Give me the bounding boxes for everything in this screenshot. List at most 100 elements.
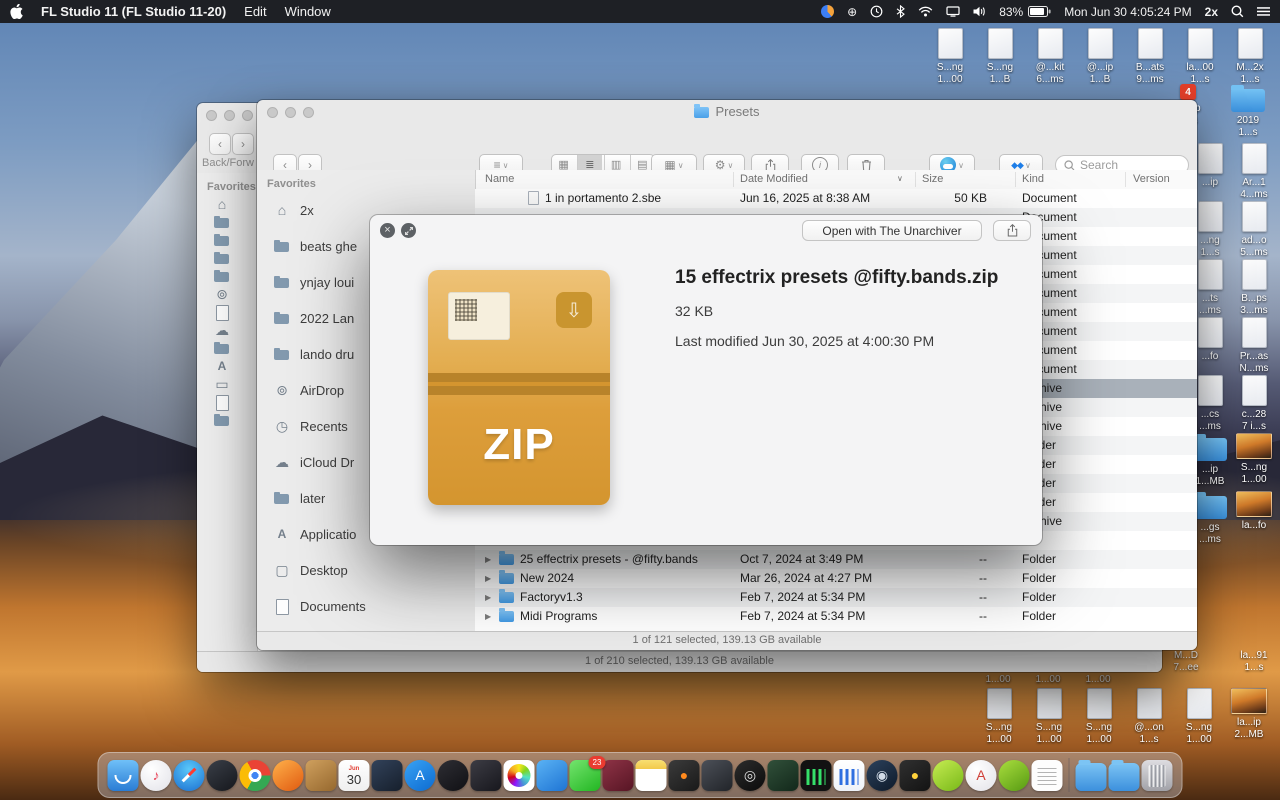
desktop-icon[interactable]: M...D 7...ee	[1160, 650, 1212, 674]
display-mode[interactable]: 2x	[1205, 5, 1218, 19]
forward-button[interactable]: ›	[232, 133, 254, 155]
white-a-app-dock-icon[interactable]: A	[965, 759, 997, 791]
close-icon[interactable]: ×	[380, 223, 395, 238]
column-separator[interactable]	[1015, 172, 1016, 187]
column-header-version[interactable]: Version	[1133, 170, 1170, 188]
sidebar-item-documents[interactable]: Documents	[257, 588, 475, 624]
chart-app-dock-icon[interactable]	[833, 759, 865, 791]
volume-icon[interactable]	[973, 6, 986, 17]
textedit-dock-icon[interactable]	[1031, 759, 1063, 791]
file-row[interactable]: 1 in portamento 2.sbe Jun 16, 2025 at 8:3…	[475, 189, 1197, 208]
desktop-icon[interactable]: ad...o 5...ms	[1228, 201, 1280, 259]
lime-app-2-dock-icon[interactable]	[998, 759, 1030, 791]
desktop-icon[interactable]: S...ng 1...00	[1075, 688, 1123, 746]
open-with-button[interactable]: Open with The Unarchiver	[802, 220, 982, 241]
fl-studio-dock-icon[interactable]: ●	[668, 759, 700, 791]
close-button[interactable]	[206, 110, 217, 121]
desktop-icon[interactable]: la...00 1...s	[1177, 28, 1223, 86]
trash-dock-icon[interactable]	[1141, 759, 1173, 791]
app-badge-icon[interactable]	[821, 5, 835, 18]
equalizer-app-dock-icon[interactable]	[800, 759, 832, 791]
spotlight-icon[interactable]	[1231, 5, 1244, 18]
lime-app-dock-icon[interactable]	[932, 759, 964, 791]
close-button[interactable]	[267, 107, 278, 118]
file-row[interactable]: ▶ Midi Programs Feb 7, 2024 at 5:34 PM -- Fo…	[475, 607, 1197, 626]
quicklook-window[interactable]: × Open with The Unarchiver ⇩ ZIP 15 effe…	[370, 215, 1042, 545]
desktop-icon[interactable]: la...91 1...s	[1228, 650, 1280, 674]
bluetooth-icon[interactable]	[896, 5, 906, 18]
app-store-dock-icon[interactable]: A	[404, 759, 436, 791]
app-maroon-dock-icon[interactable]	[602, 759, 634, 791]
desktop-icon[interactable]: la...fo	[1228, 491, 1280, 532]
steam-dock-icon[interactable]: ◉	[866, 759, 898, 791]
column-separator[interactable]	[1125, 172, 1126, 187]
music-dock-icon[interactable]: ♪	[140, 759, 172, 791]
share-button[interactable]	[993, 220, 1031, 241]
desktop-icon[interactable]: B...ps 3...ms	[1228, 259, 1280, 317]
column-separator[interactable]	[915, 172, 916, 187]
title-bar[interactable]: Presets	[257, 100, 1197, 124]
disclosure-triangle-icon[interactable]: ▶	[485, 607, 495, 626]
column-header-name[interactable]: Name	[485, 170, 514, 188]
file-row[interactable]: ▶ New 2024 Mar 26, 2024 at 4:27 PM -- Folder	[475, 569, 1197, 588]
back-button[interactable]: ‹	[209, 133, 231, 155]
safari-dock-icon[interactable]	[173, 759, 205, 791]
desktop-icon[interactable]: S...ng 1...00	[1025, 688, 1073, 746]
desktop-icon[interactable]: M...2x 1...s	[1227, 28, 1273, 86]
photos-dock-icon[interactable]	[503, 759, 535, 791]
dark-app-3-dock-icon[interactable]	[437, 759, 469, 791]
wifi-icon[interactable]	[918, 6, 933, 17]
desktop-icon[interactable]: 2019 1...s	[1222, 84, 1274, 139]
desktop-icon[interactable]: Pr...as N...ms	[1228, 317, 1280, 375]
battery-menu-item[interactable]: 83%	[999, 5, 1051, 19]
column-separator[interactable]	[733, 172, 734, 187]
zoom-button[interactable]	[242, 110, 253, 121]
disclosure-triangle-icon[interactable]: ▶	[485, 569, 495, 588]
fl-studio-2-dock-icon[interactable]: ●	[899, 759, 931, 791]
firefox-dock-icon[interactable]	[272, 759, 304, 791]
disclosure-triangle-icon[interactable]: ▶	[485, 550, 495, 569]
accessibility-icon[interactable]: ⊕	[847, 6, 857, 18]
desktop-icon[interactable]: S...ng 1...00	[1228, 433, 1280, 486]
controller-app-dock-icon[interactable]	[701, 759, 733, 791]
menu-edit[interactable]: Edit	[244, 4, 266, 19]
desktop-icon[interactable]: la...ip 2...MB	[1225, 688, 1273, 741]
chrome-dock-icon[interactable]	[239, 759, 271, 791]
column-header-kind[interactable]: Kind	[1022, 170, 1044, 188]
file-row[interactable]: ▶ Factoryv1.3 Feb 7, 2024 at 5:34 PM -- Fold…	[475, 588, 1197, 607]
column-header-date-modified[interactable]: Date Modified	[740, 170, 808, 188]
minimize-button[interactable]	[224, 110, 235, 121]
column-header-size[interactable]: Size	[922, 170, 943, 188]
calendar-dock-icon[interactable]: Jun 30	[338, 759, 370, 791]
active-app-name[interactable]: FL Studio 11 (FL Studio 11-20)	[41, 4, 226, 19]
sidebar-item-desktop[interactable]: ▢ Desktop	[257, 552, 475, 588]
fullscreen-icon[interactable]	[401, 223, 416, 238]
notification-center-icon[interactable]	[1257, 6, 1270, 17]
camera-app-dock-icon[interactable]	[470, 759, 502, 791]
desktop-icon[interactable]: S...ng 1...00	[1175, 688, 1223, 746]
menu-clock[interactable]: Mon Jun 30 4:05:24 PM	[1064, 5, 1191, 19]
menu-window[interactable]: Window	[285, 4, 331, 19]
dark-green-app-dock-icon[interactable]	[767, 759, 799, 791]
desktop-icon[interactable]: B...ats 9...ms	[1127, 28, 1173, 86]
desktop-icon[interactable]: Ar...1 4...ms	[1228, 143, 1280, 201]
zoom-button[interactable]	[303, 107, 314, 118]
desktop-icon[interactable]: @...ip 1...B	[1077, 28, 1123, 86]
desktop-icon[interactable]: @...kit 6...ms	[1027, 28, 1073, 86]
dark-app-2-dock-icon[interactable]	[371, 759, 403, 791]
desktop-icon[interactable]: S...ng 1...00	[927, 28, 973, 86]
minimize-button[interactable]	[285, 107, 296, 118]
apple-menu-icon[interactable]	[10, 4, 23, 19]
desktop-icon[interactable]: c...28 7 i...s	[1228, 375, 1280, 433]
display-icon[interactable]	[946, 6, 960, 17]
file-row[interactable]: ▶ 25 effectrix presets - @fifty.bands Oct …	[475, 550, 1197, 569]
obs-dock-icon[interactable]: ◎	[734, 759, 766, 791]
downloads-folder-dock-icon[interactable]	[1075, 759, 1107, 791]
messages-dock-icon[interactable]: 23	[569, 755, 606, 791]
desktop-icon[interactable]: S...ng 1...B	[977, 28, 1023, 86]
desktop-icon[interactable]: S...ng 1...00	[975, 688, 1023, 746]
dark-app-1-dock-icon[interactable]	[206, 759, 238, 791]
finder-dock-icon[interactable]	[107, 759, 139, 791]
desktop-icon[interactable]: @...on 1...s	[1125, 688, 1173, 746]
notes-dock-icon[interactable]	[635, 759, 667, 791]
